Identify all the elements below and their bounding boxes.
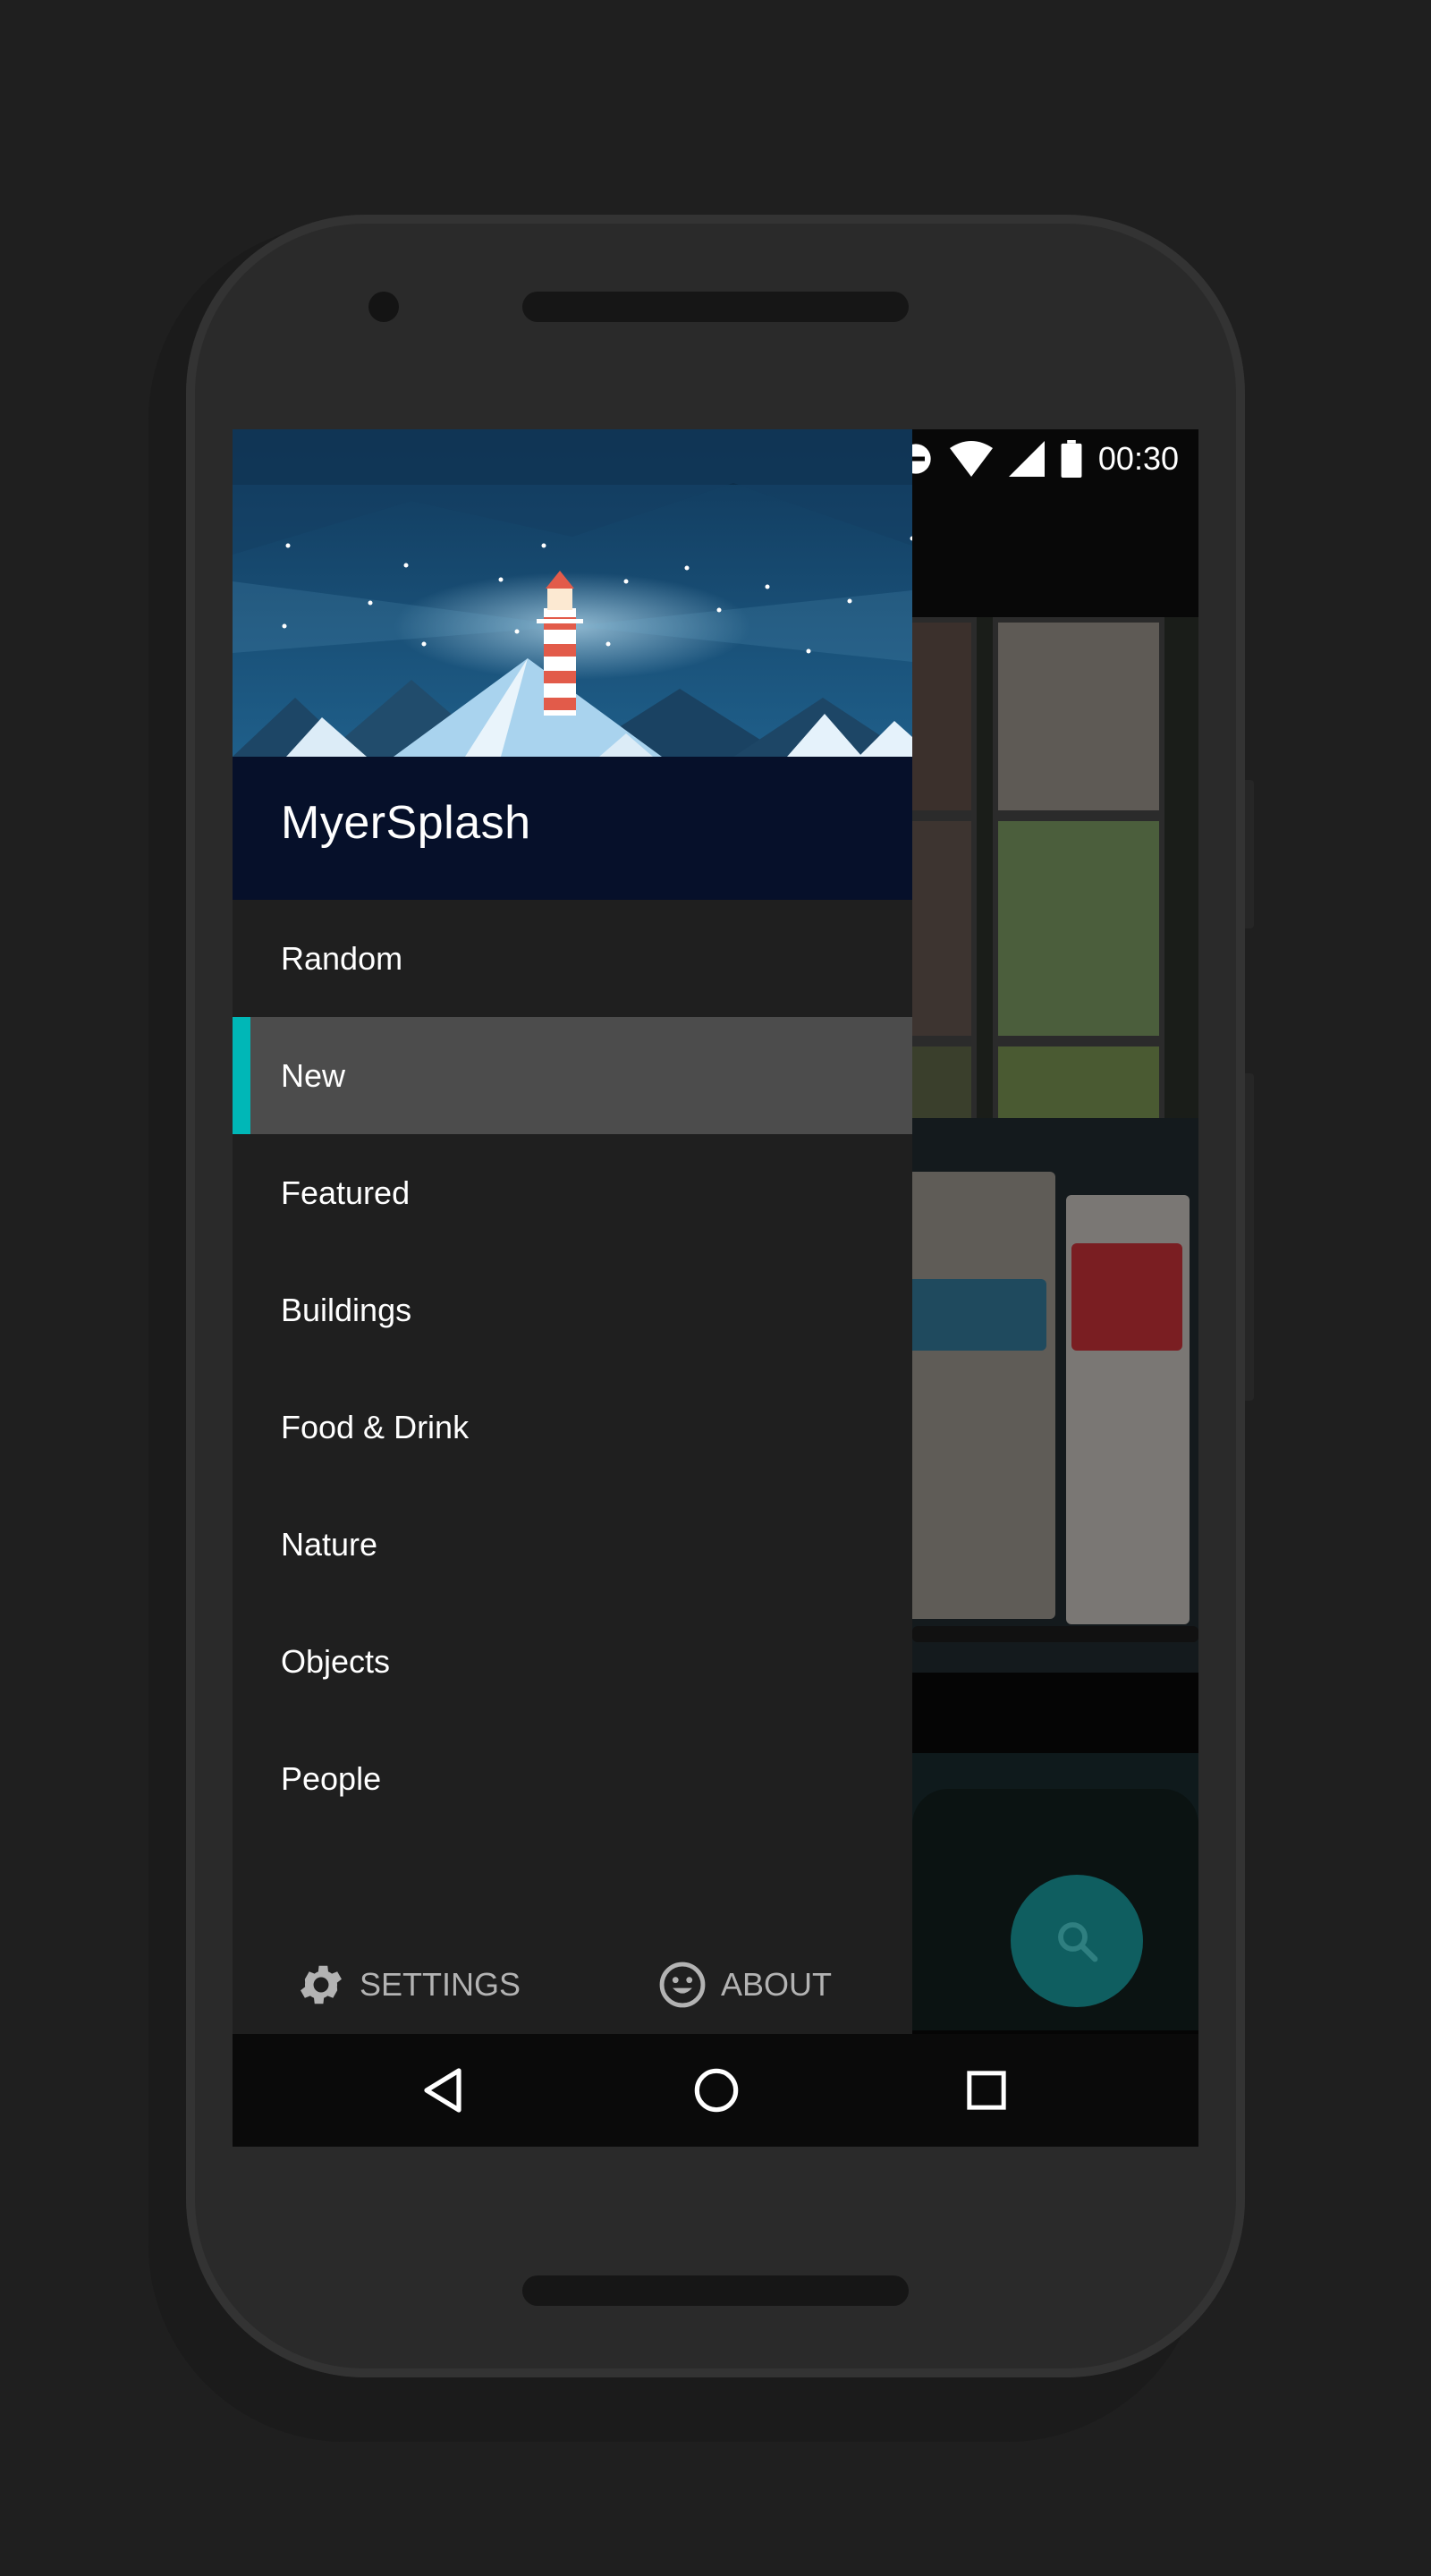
side-button-top bbox=[1245, 780, 1254, 928]
bottom-speaker bbox=[522, 2275, 909, 2306]
recents-icon bbox=[967, 2071, 1006, 2110]
wifi-icon bbox=[949, 441, 993, 477]
photo-books[interactable] bbox=[912, 1118, 1198, 1673]
recents-button[interactable] bbox=[957, 2061, 1016, 2120]
top-speaker bbox=[522, 292, 909, 322]
drawer-menu: Random New Featured Buildings Food & Dri… bbox=[233, 900, 912, 1837]
menu-item-new[interactable]: New bbox=[233, 1017, 912, 1134]
window-pane bbox=[912, 617, 977, 816]
book-label bbox=[912, 1279, 1046, 1351]
window-pane bbox=[993, 1041, 1164, 1118]
window-pane bbox=[912, 1041, 977, 1118]
app-title: MyerSplash bbox=[281, 797, 531, 849]
menu-item-buildings[interactable]: Buildings bbox=[233, 1251, 912, 1368]
book-label bbox=[1071, 1243, 1182, 1351]
back-button[interactable] bbox=[413, 2061, 472, 2120]
about-label: ABOUT bbox=[721, 1966, 833, 2003]
gear-icon bbox=[301, 1965, 342, 2004]
drawer-footer: SETTINGS ABOUT bbox=[233, 1936, 912, 2034]
menu-item-random[interactable]: Random bbox=[233, 900, 912, 1017]
navigation-drawer: MyerSplash Random New Featured Buildings… bbox=[233, 429, 912, 2034]
settings-button[interactable]: SETTINGS bbox=[295, 1936, 521, 2034]
home-button[interactable] bbox=[687, 2061, 746, 2120]
window-pane bbox=[912, 816, 977, 1041]
signal-icon bbox=[1008, 441, 1045, 477]
navigation-bar bbox=[233, 2034, 1198, 2147]
menu-item-objects[interactable]: Objects bbox=[233, 1603, 912, 1720]
search-fab[interactable] bbox=[1011, 1875, 1143, 2007]
window-pane bbox=[993, 816, 1164, 1041]
home-icon bbox=[694, 2068, 739, 2113]
battery-icon bbox=[1061, 440, 1082, 478]
side-button-bottom bbox=[1245, 1073, 1254, 1401]
about-button[interactable]: ABOUT bbox=[656, 1936, 832, 2034]
book-spine bbox=[912, 1172, 1055, 1619]
front-camera bbox=[368, 292, 399, 322]
lighthouse-illustration bbox=[233, 429, 912, 757]
menu-item-featured[interactable]: Featured bbox=[233, 1134, 912, 1251]
status-time: 00:30 bbox=[1097, 440, 1179, 477]
back-icon bbox=[424, 2068, 461, 2113]
shelf bbox=[912, 1626, 1198, 1642]
drawer-header: MyerSplash bbox=[233, 429, 912, 900]
settings-label: SETTINGS bbox=[360, 1966, 521, 2003]
menu-item-nature[interactable]: Nature bbox=[233, 1486, 912, 1603]
menu-item-food-drink[interactable]: Food & Drink bbox=[233, 1368, 912, 1486]
screen: 00:30 MyerSplash Random New Featured Bui… bbox=[233, 429, 1198, 2147]
smiley-icon bbox=[659, 1962, 706, 2008]
search-icon bbox=[1058, 1922, 1098, 1962]
window-pane bbox=[993, 617, 1164, 816]
photo-window[interactable] bbox=[912, 617, 1198, 1118]
menu-item-people[interactable]: People bbox=[233, 1720, 912, 1837]
status-bar: 00:30 bbox=[898, 429, 1179, 488]
